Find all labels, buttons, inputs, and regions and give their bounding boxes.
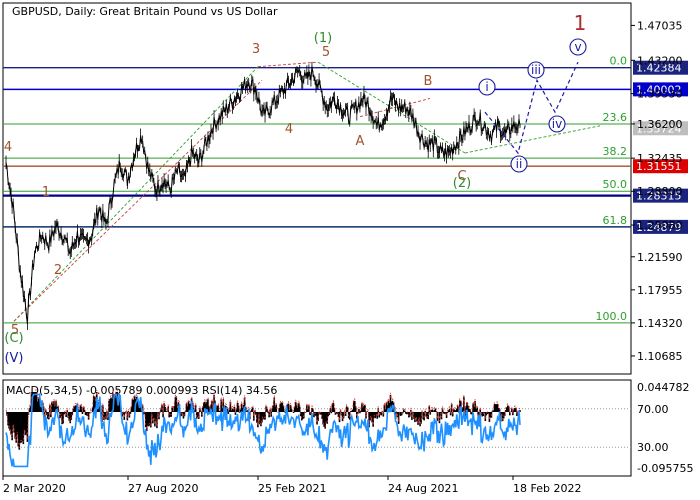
wave-label: (2) — [453, 176, 471, 191]
wave-label: 4 — [4, 140, 12, 155]
fib-label: 38.2 — [603, 145, 628, 158]
time-tick-label: 27 Aug 2020 — [128, 482, 198, 495]
price-tick-label: 1.28800 — [637, 185, 683, 198]
macd-tick-label: -0.095755 — [637, 462, 693, 475]
wave-label: 2 — [54, 263, 62, 278]
price-tick-label: 1.32435 — [637, 152, 683, 165]
time-tick-label: 24 Aug 2021 — [388, 482, 458, 495]
wave-label: 4 — [285, 122, 293, 137]
price-tick-label: 1.47035 — [637, 19, 683, 32]
chart-title: GBPUSD, Daily: Great Britain Pound vs US… — [12, 5, 278, 18]
wave-label: iv — [552, 117, 562, 131]
oscillator-label: MACD(5,34,5) -0.005789 0.000993 RSI(14) … — [6, 384, 277, 397]
wave-label: 1 — [42, 185, 50, 200]
price-tick-label: 1.36200 — [637, 118, 683, 131]
wave-label: v — [574, 40, 581, 54]
fib-label: 0.0 — [610, 55, 628, 68]
wave-label: 1 — [574, 11, 587, 35]
rsi-tick-label: 70.00 — [637, 403, 669, 416]
wave-label: (1) — [314, 31, 332, 46]
time-tick-label: 25 Feb 2021 — [258, 482, 326, 495]
wave-label: (V) — [4, 351, 23, 366]
wave-label: 3 — [252, 42, 260, 57]
time-tick-label: 18 Feb 2022 — [513, 482, 581, 495]
price-tick-label: 1.21590 — [637, 251, 683, 264]
price-tick-label: 1.25080 — [637, 219, 683, 232]
macd-tick-label: 0.044782 — [637, 381, 690, 394]
wave-label: iii — [531, 63, 541, 77]
wave-label: ii — [516, 157, 523, 171]
fib-label: 50.0 — [603, 178, 628, 191]
price-tick-label: 1.14320 — [637, 317, 683, 330]
wave-label: (C) — [4, 331, 23, 346]
fib-label: 61.8 — [603, 214, 628, 227]
wave-label: i — [485, 80, 488, 94]
wave-label: 5 — [322, 45, 330, 60]
rsi-tick-label: 30.00 — [637, 441, 669, 454]
fib-label: 23.6 — [603, 111, 628, 124]
wave-label: A — [356, 134, 365, 149]
wave-label: B — [424, 74, 433, 89]
price-tick-label: 1.39530 — [637, 88, 683, 101]
price-tick-label: 1.10685 — [637, 350, 683, 363]
fib-label: 100.0 — [596, 310, 628, 323]
time-tick-label: 2 Mar 2020 — [3, 482, 66, 495]
price-tick-label: 1.17955 — [637, 284, 683, 297]
price-tick-label: 1.43200 — [637, 54, 683, 67]
gbpusd-chart: 0.01.423841.4000223.61.3155138.21.283155… — [0, 0, 700, 500]
